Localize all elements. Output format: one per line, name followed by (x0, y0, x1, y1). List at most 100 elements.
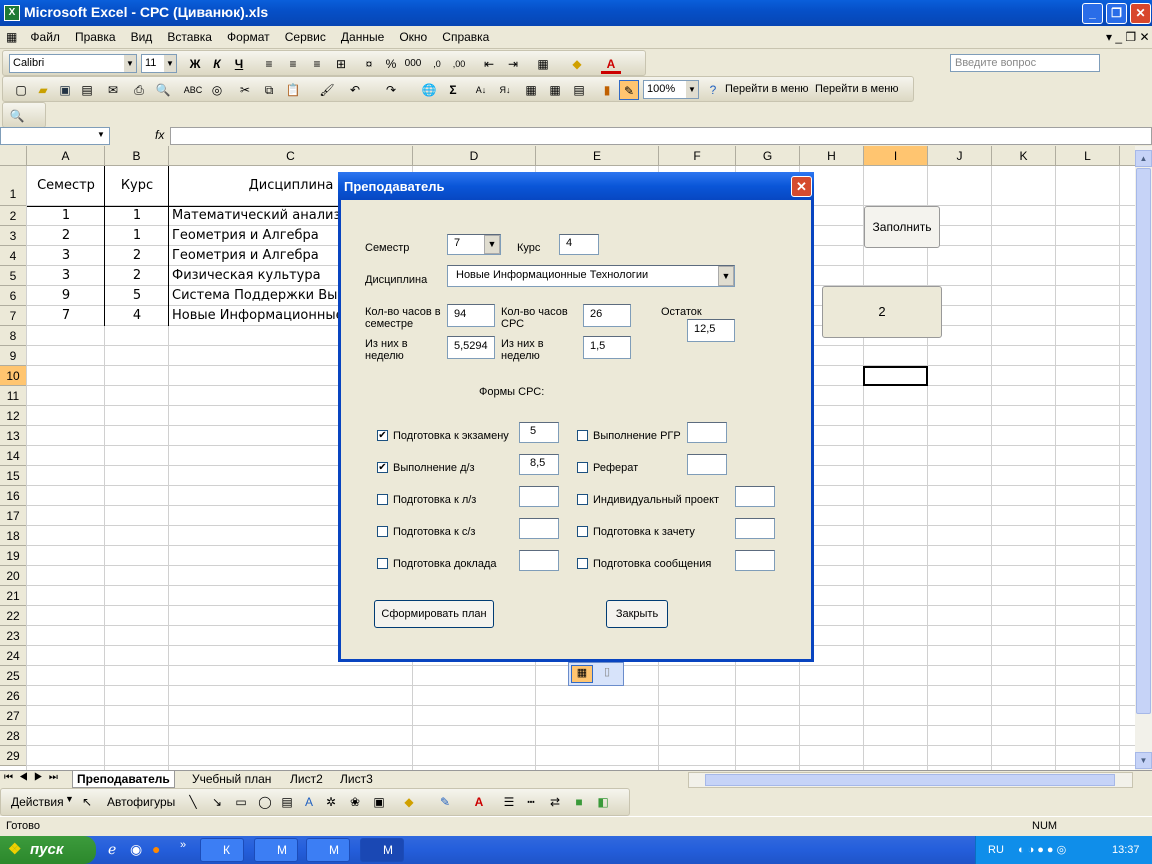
chart-wizard-icon[interactable]: ▮ (597, 80, 617, 100)
font-color-icon[interactable]: A (601, 54, 621, 74)
left_checks-checkbox-2[interactable] (377, 494, 388, 505)
row-header-24[interactable]: 24 (0, 646, 27, 666)
line-color-icon[interactable]: ✎ (435, 792, 455, 812)
new-icon[interactable]: ▢ (11, 80, 31, 100)
active-cell-i10[interactable] (863, 366, 928, 386)
right_checks-checkbox-2[interactable] (577, 494, 588, 505)
percent-button[interactable]: % (381, 54, 401, 74)
paste-icon[interactable]: 📋 (283, 80, 303, 100)
cell-a6[interactable]: 9 (27, 286, 105, 306)
right_checks-field-1[interactable] (687, 454, 727, 475)
col-header-b[interactable]: B (105, 146, 169, 166)
right_checks-field-4[interactable] (735, 550, 775, 571)
sort-ascending-icon[interactable]: A↓ (471, 80, 491, 100)
col-header-i[interactable]: I (864, 146, 928, 166)
clipart-icon[interactable]: ❀ (345, 792, 365, 812)
tray-icons[interactable]: ◐◑●●◎ (1018, 836, 1069, 864)
fill-button[interactable]: Заполнить (864, 206, 940, 248)
minimize-button[interactable]: _ (1082, 3, 1103, 24)
course-field[interactable]: 4 (559, 234, 599, 255)
row-header-7[interactable]: 7 (0, 306, 27, 326)
undo-icon[interactable]: ↶ (345, 80, 365, 100)
col-header-c[interactable]: C (169, 146, 413, 166)
fill-color-icon[interactable]: ◆ (567, 54, 587, 74)
row-header-19[interactable]: 19 (0, 546, 27, 566)
left_checks-checkbox-0[interactable]: ✔ (377, 430, 388, 441)
line-icon[interactable]: ╲ (183, 792, 203, 812)
save-icon[interactable]: ▣ (55, 80, 75, 100)
align-center-icon[interactable]: ≡ (283, 54, 303, 74)
close-button[interactable]: ✕ (1130, 3, 1151, 24)
dash-style-icon[interactable]: ┅ (521, 792, 541, 812)
doc-icon[interactable]: ▦ (0, 26, 21, 49)
help-search-input[interactable]: Введите вопрос (950, 54, 1100, 72)
underline-button[interactable]: Ч (229, 54, 249, 74)
cell-a5[interactable]: 3 (27, 266, 105, 286)
research-icon[interactable]: ◎ (207, 80, 227, 100)
right_checks-checkbox-3[interactable] (577, 526, 588, 537)
outlook-icon[interactable]: ◉ (130, 841, 142, 858)
button-2[interactable]: 2 (822, 286, 942, 338)
row-header-28[interactable]: 28 (0, 726, 27, 746)
restore-button[interactable]: ❐ (1106, 3, 1127, 24)
right_checks-checkbox-0[interactable] (577, 430, 588, 441)
bold-button[interactable]: Ж (185, 54, 205, 74)
arrow-icon[interactable]: ↘ (207, 792, 227, 812)
align-left-icon[interactable]: ≡ (259, 54, 279, 74)
remainder-field[interactable]: 12,5 (687, 319, 735, 342)
merge-center-icon[interactable]: ⊞ (331, 54, 351, 74)
cell-b6[interactable]: 5 (105, 286, 169, 306)
cell-a2[interactable]: 1 (27, 206, 105, 226)
cell-a4[interactable]: 3 (27, 246, 105, 266)
hscroll-thumb[interactable] (705, 774, 1115, 786)
zoom-tool-icon[interactable]: 🔍 (7, 106, 27, 126)
row-header-27[interactable]: 27 (0, 706, 27, 726)
col-header-e[interactable]: E (536, 146, 659, 166)
right_checks-checkbox-4[interactable] (577, 558, 588, 569)
row-header-29[interactable]: 29 (0, 746, 27, 766)
draw-font-color-icon[interactable]: A (469, 792, 489, 812)
autoshapes-menu[interactable]: Автофигуры (107, 795, 175, 809)
thousands-button[interactable]: 000 (403, 54, 423, 74)
scroll-down-icon[interactable]: ▼ (1135, 752, 1152, 769)
clipboard-icon[interactable]: ▯ (597, 665, 617, 683)
cell-b2[interactable]: 1 (105, 206, 169, 226)
cell-b3[interactable]: 1 (105, 226, 169, 246)
row-header-11[interactable]: 11 (0, 386, 27, 406)
row-header-4[interactable]: 4 (0, 246, 27, 266)
ie-icon[interactable]: ℯ (108, 841, 116, 858)
start-button[interactable]: ❖ пуск (0, 836, 96, 864)
oval-icon[interactable]: ◯ (255, 792, 275, 812)
tab-study-plan[interactable]: Учебный план (188, 771, 275, 788)
menu-insert[interactable]: Вставка (161, 26, 218, 49)
week2-field[interactable]: 1,5 (583, 336, 631, 359)
row-header-14[interactable]: 14 (0, 446, 27, 466)
tab-sheet3[interactable]: Лист3 (336, 771, 377, 788)
sort-descending-icon[interactable]: Я↓ (495, 80, 515, 100)
line-style-icon[interactable]: ☰ (499, 792, 519, 812)
left_checks-field-1[interactable]: 8,5 (519, 454, 559, 475)
discipline-select[interactable]: Новые Информационные Технологии ▼ (447, 265, 735, 287)
right_checks-field-3[interactable] (735, 518, 775, 539)
autosum-icon[interactable]: Σ (443, 80, 463, 100)
hyperlink-icon[interactable]: 🌐 (419, 80, 439, 100)
row-header-13[interactable]: 13 (0, 426, 27, 446)
spelling-icon[interactable]: ABC (183, 80, 203, 100)
menu-tools[interactable]: Сервис (279, 26, 332, 49)
col-header-k[interactable]: K (992, 146, 1056, 166)
textbox-icon[interactable]: ▤ (277, 792, 297, 812)
row-header-1[interactable]: 1 (0, 166, 27, 206)
cut-icon[interactable]: ✂ (235, 80, 255, 100)
menu-file[interactable]: Файл (24, 26, 66, 49)
col-header-d[interactable]: D (413, 146, 536, 166)
zoom-select[interactable]: 100% ▼ (643, 80, 699, 99)
open-icon[interactable]: ▰ (33, 80, 53, 100)
increase-indent-icon[interactable]: ⇥ (503, 54, 523, 74)
row-header-2[interactable]: 2 (0, 206, 27, 226)
row-header-8[interactable]: 8 (0, 326, 27, 346)
3d-icon[interactable]: ◧ (593, 792, 613, 812)
doc-window-controls[interactable]: ▾ _ ❐ ✕ (1106, 30, 1150, 44)
menu-format[interactable]: Формат (221, 26, 276, 49)
wordart-icon[interactable]: A (299, 792, 319, 812)
more-icon[interactable]: » (180, 839, 186, 851)
